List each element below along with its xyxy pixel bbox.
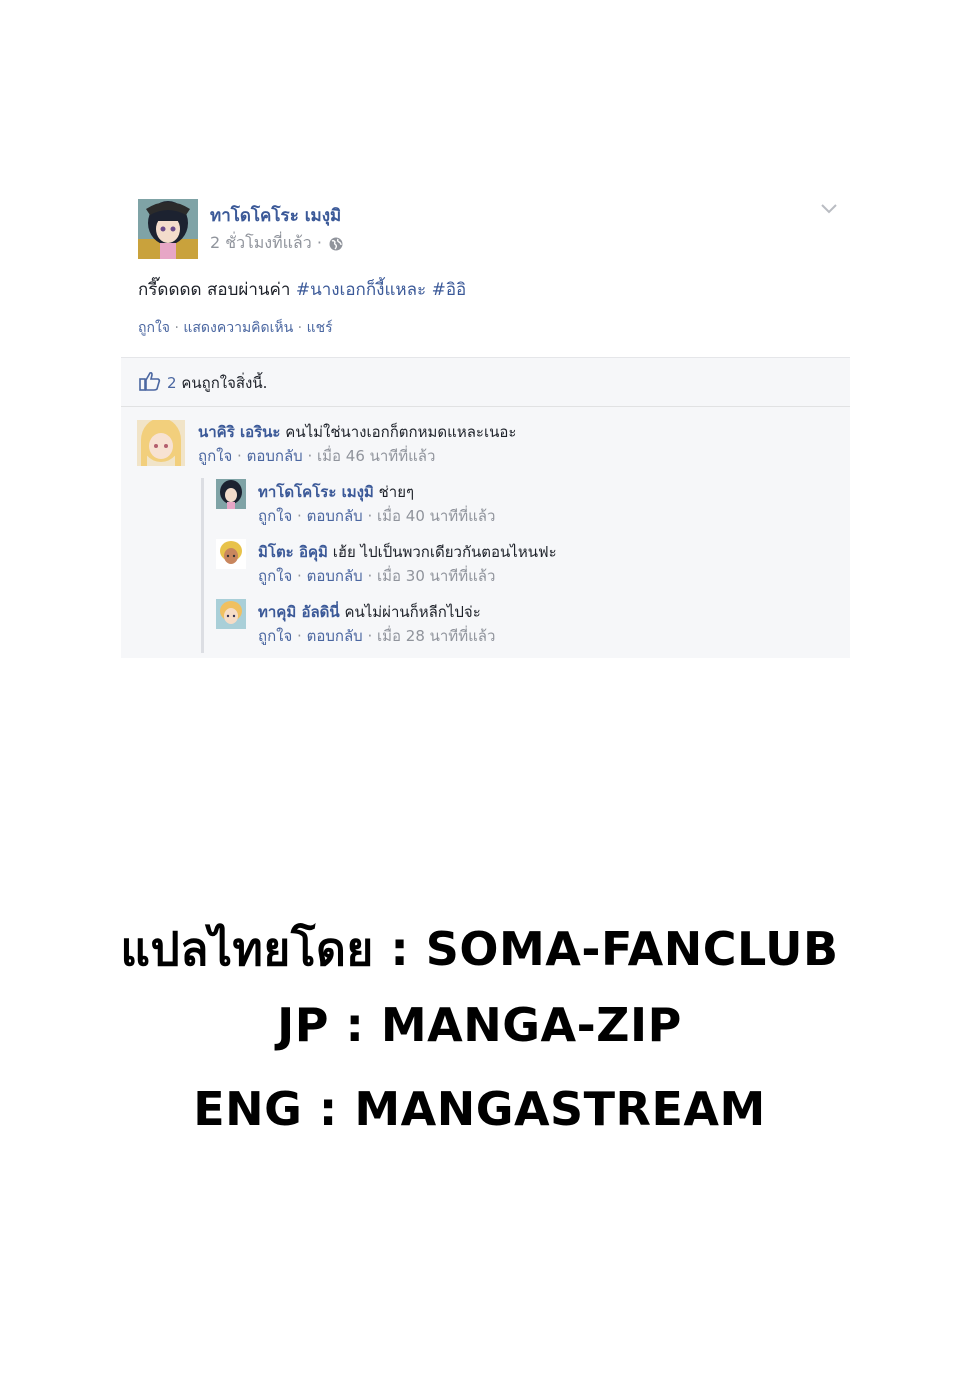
reply-text: เฮ้ย ไปเป็นพวกเดียวกันตอนไหนฟะ — [332, 543, 557, 561]
post-body: กรี๊ดดดด สอบผ่านค่า — [138, 280, 291, 300]
reply-meta: ถูกใจ · ตอบกลับ · เมื่อ 28 นาทีที่แล้ว — [258, 627, 496, 645]
hashtag-link[interactable]: #อิอิ — [432, 280, 467, 300]
comment-meta: ถูกใจ · ตอบกลับ · เมื่อ 46 นาทีที่แล้ว — [198, 447, 436, 465]
reply-like-link[interactable]: ถูกใจ — [258, 567, 292, 585]
reply-time[interactable]: เมื่อ 28 นาทีที่แล้ว — [377, 627, 495, 645]
likes-summary: 2 คนถูกใจสิ่งนี้. — [121, 358, 850, 407]
comment-time[interactable]: เมื่อ 46 นาทีที่แล้ว — [317, 447, 435, 465]
post-header: ทาโดโคโระ เมงุมิ 2 ชั่วโมงที่แล้ว · — [121, 192, 850, 264]
credit-translator: แปลไทยโดย : SOMA-FANCLUB — [120, 922, 839, 976]
post-actions: ถูกใจ · แสดงความคิดเห็น · แชร์ — [138, 317, 333, 339]
thumbs-up-icon — [139, 371, 161, 391]
action-separator: · — [297, 320, 303, 336]
facebook-post: ทาโดโคโระ เมงุมิ 2 ชั่วโมงที่แล้ว · กรี๊… — [121, 192, 850, 658]
comment-like-link[interactable]: ถูกใจ — [198, 447, 232, 465]
reply-line: ทาโดโคโระ เมงุมิ ช่ายๆ — [258, 480, 414, 504]
reply-author-name[interactable]: มิโตะ อิคุมิ — [258, 543, 328, 561]
reply-reply-link[interactable]: ตอบกลับ — [307, 507, 363, 525]
reply-meta: ถูกใจ · ตอบกลับ · เมื่อ 40 นาทีที่แล้ว — [258, 507, 496, 525]
comment-link[interactable]: แสดงความคิดเห็น — [183, 320, 293, 336]
reply-line: ทาคุมิ อัลดินี่ คนไม่ผ่านก็หลีกไปจ่ะ — [258, 600, 481, 624]
share-link[interactable]: แชร์ — [307, 320, 333, 336]
post-meta: 2 ชั่วโมงที่แล้ว · — [210, 231, 343, 256]
reply-like-link[interactable]: ถูกใจ — [258, 507, 292, 525]
post-time[interactable]: 2 ชั่วโมงที่แล้ว — [210, 233, 312, 252]
reply-reply-link[interactable]: ตอบกลับ — [307, 567, 363, 585]
reply-text: ช่ายๆ — [378, 483, 415, 501]
reply-time[interactable]: เมื่อ 40 นาทีที่แล้ว — [377, 507, 495, 525]
globe-icon — [329, 237, 343, 250]
action-separator: · — [174, 320, 179, 336]
commenter-name[interactable]: นาคิริ เอรินะ — [198, 423, 281, 441]
reply-time[interactable]: เมื่อ 30 นาทีที่แล้ว — [377, 567, 495, 585]
reply-avatar[interactable] — [216, 539, 246, 569]
credit-jp-source: JP : MANGA-ZIP — [277, 998, 682, 1052]
commenter-avatar[interactable] — [137, 420, 185, 466]
comment-line: นาคิริ เอรินะ คนไม่ใช่นางเอกก็ตกหมดแหละเ… — [198, 420, 516, 444]
reply-reply-link[interactable]: ตอบกลับ — [307, 627, 363, 645]
post-author-name[interactable]: ทาโดโคโระ เมงุมิ — [210, 202, 341, 229]
like-link[interactable]: ถูกใจ — [138, 320, 170, 336]
credit-eng-source: ENG : MANGASTREAM — [193, 1082, 766, 1136]
likes-label: คนถูกใจสิ่งนี้. — [181, 374, 268, 392]
hashtag-link[interactable]: #นางเอกก็งี้แหละ — [296, 280, 426, 300]
likes-text: 2 คนถูกใจสิ่งนี้. — [167, 371, 267, 395]
chevron-down-icon[interactable] — [820, 202, 838, 216]
post-text: กรี๊ดดดด สอบผ่านค่า #นางเอกก็งี้แหละ #อิ… — [138, 276, 466, 303]
likes-count[interactable]: 2 — [167, 374, 177, 392]
meta-separator: · — [316, 233, 322, 252]
comment-reply-link[interactable]: ตอบกลับ — [247, 447, 303, 465]
reply-text: คนไม่ผ่านก็หลีกไปจ่ะ — [344, 603, 481, 621]
reply-author-name[interactable]: ทาคุมิ อัลดินี่ — [258, 603, 340, 621]
reply-avatar[interactable] — [216, 479, 246, 509]
reply-like-link[interactable]: ถูกใจ — [258, 627, 292, 645]
author-avatar[interactable] — [138, 199, 198, 259]
reply-line: มิโตะ อิคุมิ เฮ้ย ไปเป็นพวกเดียวกันตอนไห… — [258, 540, 557, 564]
reply-avatar[interactable] — [216, 599, 246, 629]
reply-author-name[interactable]: ทาโดโคโระ เมงุมิ — [258, 483, 374, 501]
feedback-panel: 2 คนถูกใจสิ่งนี้. นาคิริ เอรินะ คนไม่ใช่… — [121, 357, 850, 658]
reply-meta: ถูกใจ · ตอบกลับ · เมื่อ 30 นาทีที่แล้ว — [258, 567, 496, 585]
comment-text: คนไม่ใช่นางเอกก็ตกหมดแหละเนอะ — [285, 423, 517, 441]
reply-thread-rail — [201, 478, 204, 653]
